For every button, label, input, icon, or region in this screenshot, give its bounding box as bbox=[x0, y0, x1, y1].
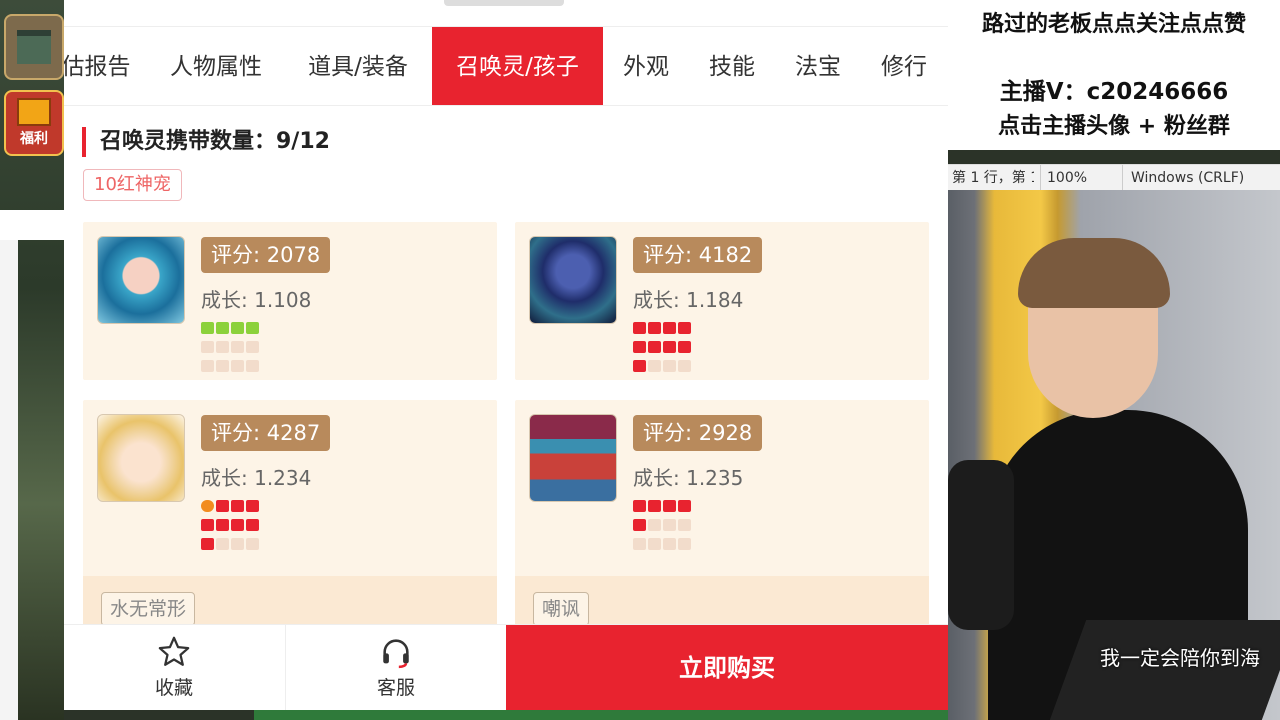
webcam-feed bbox=[948, 190, 1280, 720]
customer-service-label: 客服 bbox=[376, 677, 415, 699]
tab-summons[interactable]: 召唤灵/孩子 bbox=[432, 27, 603, 105]
pet-growth: 成长: 1.184 bbox=[633, 288, 744, 312]
editor-status-bar: 第 1 行，第 1 列 100% Windows (CRLF) bbox=[948, 164, 1280, 192]
tab-treasure[interactable]: 法宝 bbox=[782, 27, 854, 105]
tab-cultivation[interactable]: 修行 bbox=[868, 27, 940, 105]
pet-skill-dots bbox=[201, 322, 273, 379]
welfare-gift-button[interactable]: 福利 bbox=[4, 90, 64, 156]
star-icon bbox=[158, 636, 190, 666]
stream-overlay: 路过的老板点点关注点点赞 主播V：c20246666 点击主播头像 + 粉丝群 bbox=[948, 0, 1280, 150]
gift-icon bbox=[17, 98, 51, 126]
pet-skill-dots bbox=[201, 500, 273, 557]
pet-avatar bbox=[529, 236, 617, 324]
pet-growth: 成长: 1.234 bbox=[201, 466, 312, 490]
favorite-label: 收藏 bbox=[154, 677, 193, 699]
pet-skill-dots bbox=[633, 322, 705, 379]
pet-card[interactable]: 评分: 4182 成长: 1.184 bbox=[515, 222, 929, 380]
bottom-action-bar: 收藏 客服 立即购买 bbox=[64, 624, 948, 710]
pet-card[interactable]: 评分: 2078 成长: 1.108 bbox=[83, 222, 497, 380]
pet-score: 评分: 4287 bbox=[201, 415, 331, 451]
overlay-contact-text: 主播V：c20246666 bbox=[999, 79, 1229, 105]
pet-score: 评分: 2928 bbox=[633, 415, 763, 451]
pet-growth: 成长: 1.108 bbox=[201, 288, 312, 312]
microphone bbox=[948, 460, 1014, 630]
red-pet-tag: 10红神宠 bbox=[83, 169, 182, 201]
tab-appearance[interactable]: 外观 bbox=[610, 27, 682, 105]
pet-name-tag: 水无常形 bbox=[101, 592, 196, 626]
cursor-position: 第 1 行，第 1 列 bbox=[952, 170, 1034, 186]
overlay-follow-text: 路过的老板点点关注点点赞 bbox=[981, 12, 1246, 37]
panel-header bbox=[64, 0, 948, 27]
tab-bar: 估报告 人物属性 道具/装备 召唤灵/孩子 外观 技能 法宝 修行 bbox=[64, 27, 948, 106]
pet-growth: 成长: 1.235 bbox=[633, 466, 744, 490]
stream-subtitle: 我一定会陪你到海 bbox=[1100, 646, 1260, 670]
tab-character[interactable]: 人物属性 bbox=[154, 27, 278, 105]
tab-items[interactable]: 道具/装备 bbox=[290, 27, 426, 105]
pet-score: 评分: 2078 bbox=[201, 237, 331, 273]
game-side-panel bbox=[0, 240, 18, 720]
pet-avatar bbox=[529, 414, 617, 502]
castle-icon[interactable] bbox=[4, 14, 64, 80]
overlay-fan-group-text: 点击主播头像 + 粉丝群 bbox=[998, 114, 1230, 139]
account-detail-panel: 估报告 人物属性 道具/装备 召唤灵/孩子 外观 技能 法宝 修行 召唤灵携带数… bbox=[64, 0, 948, 710]
summon-count-title: 召唤灵携带数量：9/12 bbox=[82, 127, 330, 157]
pet-card[interactable]: 评分: 4287 成长: 1.234 水无常形 bbox=[83, 400, 497, 636]
game-bottom-strip bbox=[254, 710, 948, 720]
zoom-level: 100% bbox=[1040, 165, 1087, 191]
tab-skills[interactable]: 技能 bbox=[696, 27, 768, 105]
tab-report[interactable]: 估报告 bbox=[64, 27, 136, 105]
favorite-button[interactable]: 收藏 bbox=[64, 625, 284, 710]
line-ending: Windows (CRLF) bbox=[1122, 165, 1244, 191]
pet-skill-dots bbox=[633, 500, 705, 557]
pet-score: 评分: 4182 bbox=[633, 237, 763, 273]
pet-avatar bbox=[97, 414, 185, 502]
headset-icon bbox=[383, 639, 409, 669]
game-divider bbox=[0, 210, 64, 240]
pet-card[interactable]: 评分: 2928 成长: 1.235 嘲讽 bbox=[515, 400, 929, 636]
customer-service-button[interactable]: 客服 bbox=[285, 625, 506, 710]
buy-now-button[interactable]: 立即购买 bbox=[506, 625, 948, 710]
welfare-label: 福利 bbox=[20, 131, 48, 147]
streamer-hair bbox=[1018, 238, 1170, 308]
pet-avatar bbox=[97, 236, 185, 324]
pet-name-tag: 嘲讽 bbox=[533, 592, 590, 626]
